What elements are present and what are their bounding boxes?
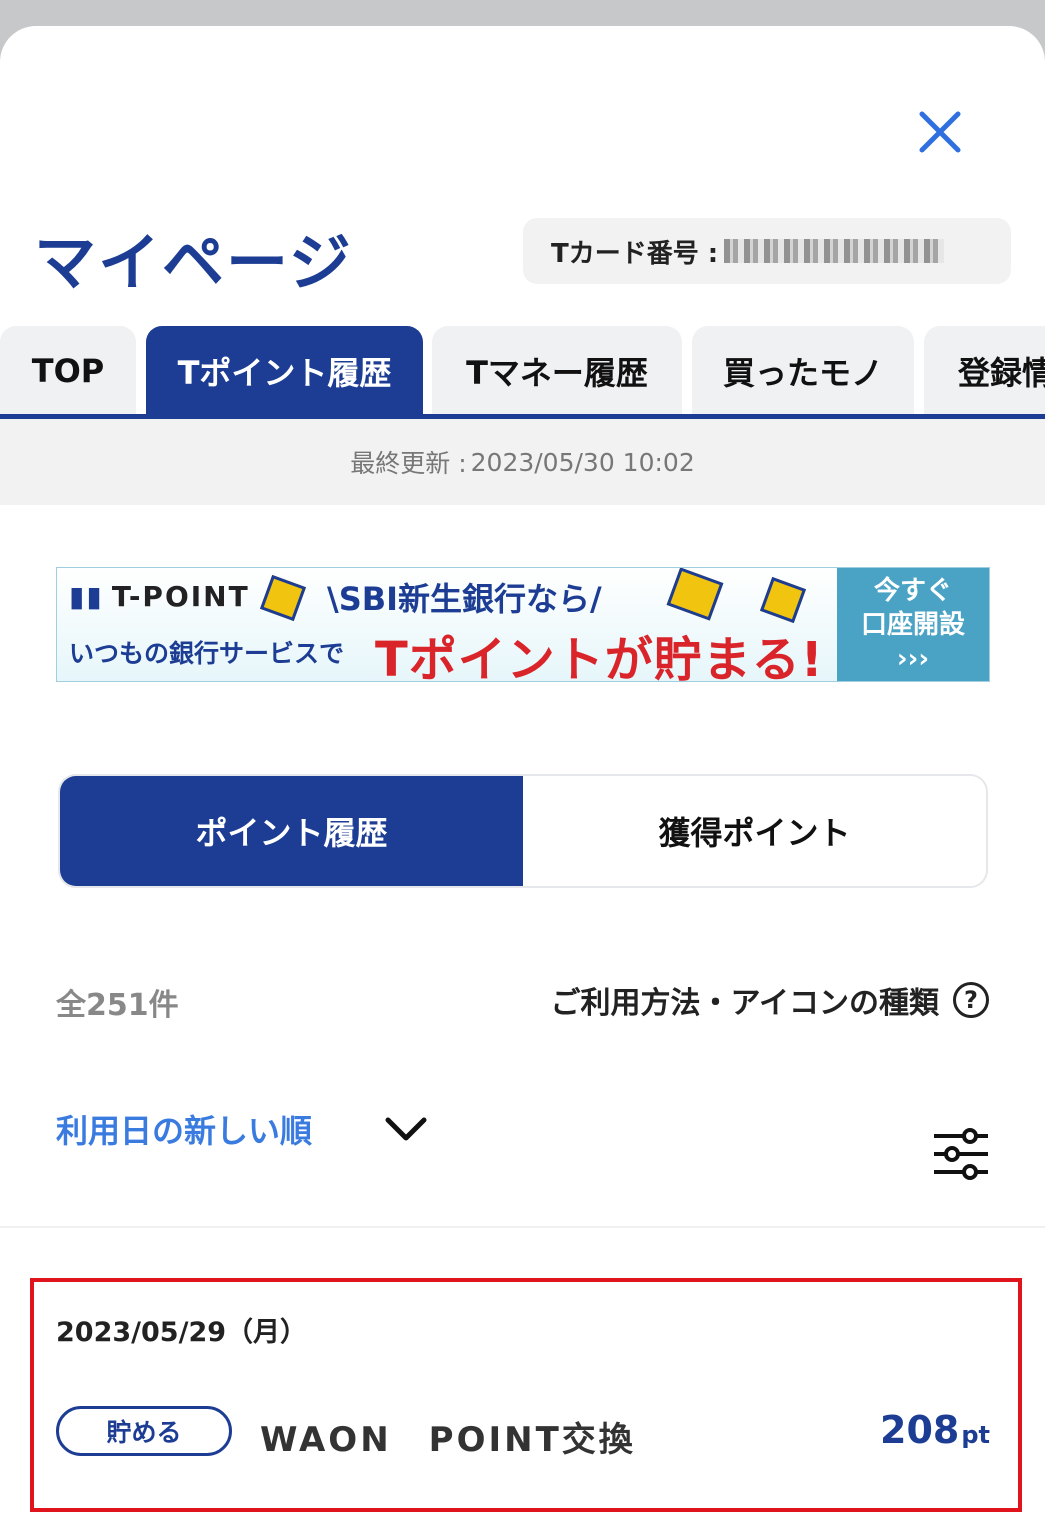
tcard-number-label: Tカード番号 : [551,238,719,269]
tpoint-mark-icon: ▮▮ [69,580,104,613]
entry-date: 2023/05/29（月） [56,1317,308,1348]
tab-bar: TOP Tポイント履歴 Tマネー履歴 買ったモノ 登録情 [0,326,1045,418]
filter-sliders-icon[interactable] [932,1128,990,1180]
banner-headline: \SBI新生銀行なら/ [327,580,602,618]
last-updated-value: 2023/05/30 10:02 [470,447,695,477]
cta-line2: 口座開設 [860,609,965,640]
close-button[interactable] [912,104,968,160]
question-circle-icon: ? [953,982,989,1018]
tab-tpoint-history[interactable]: Tポイント履歴 [146,326,423,416]
sort-dropdown[interactable]: 利用日の新しい順 [56,1106,428,1152]
tab-tmoney-history[interactable]: Tマネー履歴 [432,326,682,416]
banner-subline: いつもの銀行サービスで [69,639,345,668]
tpoint-logo: ▮▮ T-POINT [69,580,250,613]
banner-main-copy: Tポイントが貯まる! [375,632,824,682]
mypage-sheet: マイページ Tカード番号 : TOP Tポイント履歴 Tマネー履歴 買ったモノ … [0,26,1045,1536]
sbi-bank-banner[interactable]: ▮▮ T-POINT \SBI新生銀行なら/ いつもの銀行サービスで Tポイントが… [56,567,990,682]
entry-points: 208pt [880,1408,990,1452]
open-account-cta[interactable]: 今すぐ 口座開設 ››› [837,568,989,681]
tab-purchased-items[interactable]: 買ったモノ [692,326,914,416]
page-title: マイページ [34,226,353,299]
sort-label: 利用日の新しい順 [56,1112,313,1150]
tcard-number-box: Tカード番号 : [523,218,1011,284]
entry-points-value: 208 [880,1408,960,1452]
tab-top[interactable]: TOP [0,326,136,416]
chevron-down-icon [385,1117,427,1141]
entry-points-unit: pt [961,1421,990,1449]
last-updated-label: 最終更新 : [350,449,467,478]
entry-description: WAON POINT交換 [260,1420,636,1460]
usage-help-label: ご利用方法・アイコンの種類 [550,986,940,1021]
close-icon [919,111,961,153]
gift-cube-icon [759,576,807,624]
section-divider [0,1226,1045,1228]
cta-arrows-icon: ››› [896,643,930,674]
tab-registration-info[interactable]: 登録情 [924,326,1045,416]
last-updated-bar: 最終更新 : 2023/05/30 10:02 [0,419,1045,505]
gift-box-icon [666,568,724,621]
total-count: 全251件 [56,988,179,1023]
cta-line1: 今すぐ [873,575,952,606]
usage-help-link[interactable]: ご利用方法・アイコンの種類 ? [550,978,989,1022]
history-type-segment: ポイント履歴 獲得ポイント [58,774,988,888]
segment-point-history[interactable]: ポイント履歴 [60,776,523,886]
history-entry[interactable]: 2023/05/29（月） 貯める WAON POINT交換 208pt [30,1278,1022,1512]
gift-cube-icon [259,574,307,622]
segment-earned-points[interactable]: 獲得ポイント [523,776,986,886]
tcard-number-masked [724,239,945,263]
entry-type-badge: 貯める [56,1406,232,1456]
